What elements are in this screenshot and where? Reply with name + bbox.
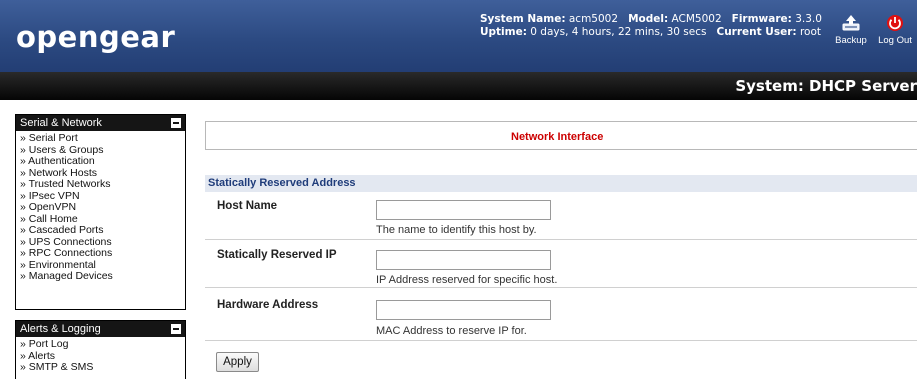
field-label: Statically Reserved IP — [217, 249, 337, 261]
field-help: The name to identify this host by. — [376, 224, 537, 236]
firmware-value: 3.3.0 — [795, 13, 822, 25]
menu-item-openvpn[interactable]: » OpenVPN — [20, 201, 185, 214]
page-title: System: DHCP Server — [735, 77, 917, 95]
menu-title: Serial & Network — [20, 117, 102, 129]
network-interface-link[interactable]: Network Interface — [511, 131, 603, 143]
menu-header-serial-network[interactable]: Serial & Network — [16, 115, 185, 131]
menu-item-authentication[interactable]: » Authentication — [20, 155, 185, 168]
field-label: Host Name — [217, 200, 278, 212]
menu-header-alerts-logging[interactable]: Alerts & Logging — [16, 321, 185, 337]
menu-item-trusted-networks[interactable]: » Trusted Networks — [20, 178, 185, 191]
menu-list: » Serial Port » Users & Groups » Authent… — [16, 131, 185, 286]
menu-item-rpc-connections[interactable]: » RPC Connections — [20, 247, 185, 260]
section-heading: Statically Reserved Address — [205, 175, 917, 192]
host-name-input[interactable] — [376, 200, 551, 220]
system-info-line-1: System Name: acm5002 Model: ACM5002 Firm… — [480, 13, 822, 26]
model-label: Model: — [628, 13, 669, 25]
field-help: MAC Address to reserve IP for. — [376, 325, 527, 337]
menu-item-managed-devices[interactable]: » Managed Devices — [20, 270, 185, 283]
apply-button[interactable]: Apply — [216, 352, 259, 372]
backup-button[interactable]: Backup — [833, 14, 869, 46]
menu-item-smtp-sms[interactable]: » SMTP & SMS — [20, 361, 185, 374]
menu-title: Alerts & Logging — [20, 323, 101, 335]
hardware-address-input[interactable] — [376, 300, 551, 320]
collapse-icon[interactable] — [171, 118, 181, 128]
form-row-reserved-ip: Statically Reserved IP IP Address reserv… — [205, 241, 917, 288]
system-info: System Name: acm5002 Model: ACM5002 Firm… — [480, 13, 822, 39]
backup-label: Backup — [835, 35, 867, 46]
opengear-logo[interactable]: opengear — [16, 20, 175, 54]
network-interface-panel: Network Interface — [205, 121, 917, 150]
menu-alerts-logging: Alerts & Logging » Port Log » Alerts » S… — [15, 320, 186, 379]
model-value: ACM5002 — [671, 13, 722, 25]
logout-label: Log Out — [878, 35, 912, 46]
system-name-value: acm5002 — [568, 13, 619, 25]
field-help: IP Address reserved for specific host. — [376, 274, 558, 286]
page-title-bar: System: DHCP Server — [0, 72, 917, 100]
form-row-host-name: Host Name The name to identify this host… — [205, 193, 917, 240]
reserved-ip-input[interactable] — [376, 250, 551, 270]
current-user-label: Current User: — [716, 26, 797, 38]
power-icon — [887, 15, 903, 31]
menu-serial-network: Serial & Network » Serial Port » Users &… — [15, 114, 186, 310]
collapse-icon[interactable] — [171, 324, 181, 334]
form-row-hardware-address: Hardware Address MAC Address to reserve … — [205, 289, 917, 341]
field-label: Hardware Address — [217, 299, 319, 311]
backup-icon — [842, 15, 860, 31]
menu-item-port-log[interactable]: » Port Log — [20, 338, 185, 351]
uptime-label: Uptime: — [480, 26, 527, 38]
firmware-label: Firmware: — [731, 13, 792, 25]
uptime-value: 0 days, 4 hours, 22 mins, 30 secs — [530, 26, 707, 38]
header-bar: opengear System Name: acm5002 Model: ACM… — [0, 0, 917, 72]
menu-item-serial-port[interactable]: » Serial Port — [20, 132, 185, 145]
logout-button[interactable]: Log Out — [877, 14, 913, 46]
current-user-value: root — [799, 26, 821, 38]
system-name-label: System Name: — [480, 13, 566, 25]
system-info-line-2: Uptime: 0 days, 4 hours, 22 mins, 30 sec… — [480, 26, 822, 39]
menu-item-cascaded-ports[interactable]: » Cascaded Ports — [20, 224, 185, 237]
menu-list: » Port Log » Alerts » SMTP & SMS — [16, 337, 185, 377]
